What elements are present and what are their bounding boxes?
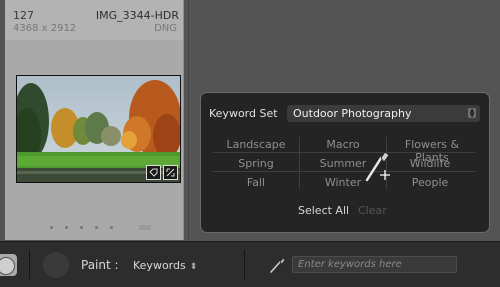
painter-tool-button[interactable] [43, 252, 69, 278]
grid-divider [213, 171, 475, 172]
dropdown-stepper-icon: ▲ ▼ [468, 107, 476, 119]
keyword-set-dropdown[interactable]: Outdoor Photography ▲ ▼ [287, 105, 480, 122]
thumbnail-badges [146, 165, 178, 180]
keyword-spring[interactable]: Spring [213, 157, 299, 170]
paint-mode-dropdown[interactable]: Keywords ⬍ [133, 259, 197, 272]
color-label-swatch[interactable] [139, 225, 151, 230]
rating-dots[interactable] [50, 226, 113, 229]
cell-divider [188, 0, 189, 240]
keyword-landscape[interactable]: Landscape [213, 138, 299, 151]
spray-paint-cursor-icon [365, 151, 390, 182]
keyword-badge-icon[interactable] [146, 165, 161, 180]
rating-dot[interactable] [95, 226, 98, 229]
cell-header: 127 4368 x 2912 IMG_3344-HDR DNG [5, 0, 183, 40]
chevron-updown-icon: ⬍ [189, 262, 198, 272]
paint-mode-value: Keywords [133, 259, 186, 272]
cell-filetype: DNG [154, 23, 177, 34]
rating-dot[interactable] [50, 226, 53, 229]
painter-pen-icon [270, 257, 286, 273]
keyword-set-panel: Keyword Set Outdoor Photography ▲ ▼ Lands… [200, 92, 490, 233]
bottom-toolbar: Paint : Keywords ⬍ [0, 241, 500, 287]
keyword-people[interactable]: People [387, 176, 473, 189]
cell-index: 127 [13, 9, 34, 22]
rating-dot[interactable] [65, 226, 68, 229]
keyword-wildlife[interactable]: Wildlife [387, 157, 473, 170]
toolbar-separator [244, 250, 245, 279]
rating-dot[interactable] [110, 226, 113, 229]
toolbar-separator [29, 250, 30, 279]
clear-button[interactable]: Clear [358, 204, 387, 217]
face-icon[interactable] [0, 254, 17, 276]
photo-thumbnail[interactable] [16, 75, 181, 183]
grid-cell[interactable]: 127 4368 x 2912 IMG_3344-HDR DNG [5, 0, 184, 240]
cell-filename: IMG_3344-HDR [95, 9, 179, 22]
keyword-fall[interactable]: Fall [213, 176, 299, 189]
keyword-set-label: Keyword Set [209, 107, 278, 120]
keyword-grid: Landscape Macro Flowers & Plants Spring … [213, 134, 475, 191]
select-all-button[interactable]: Select All [298, 204, 349, 217]
paint-label: Paint : [81, 258, 119, 272]
develop-adjusted-icon[interactable] [163, 165, 178, 180]
cell-dimensions: 4368 x 2912 [13, 23, 77, 34]
rating-dot[interactable] [80, 226, 83, 229]
keyword-set-value: Outdoor Photography [293, 107, 412, 120]
keyword-input[interactable] [292, 256, 457, 273]
